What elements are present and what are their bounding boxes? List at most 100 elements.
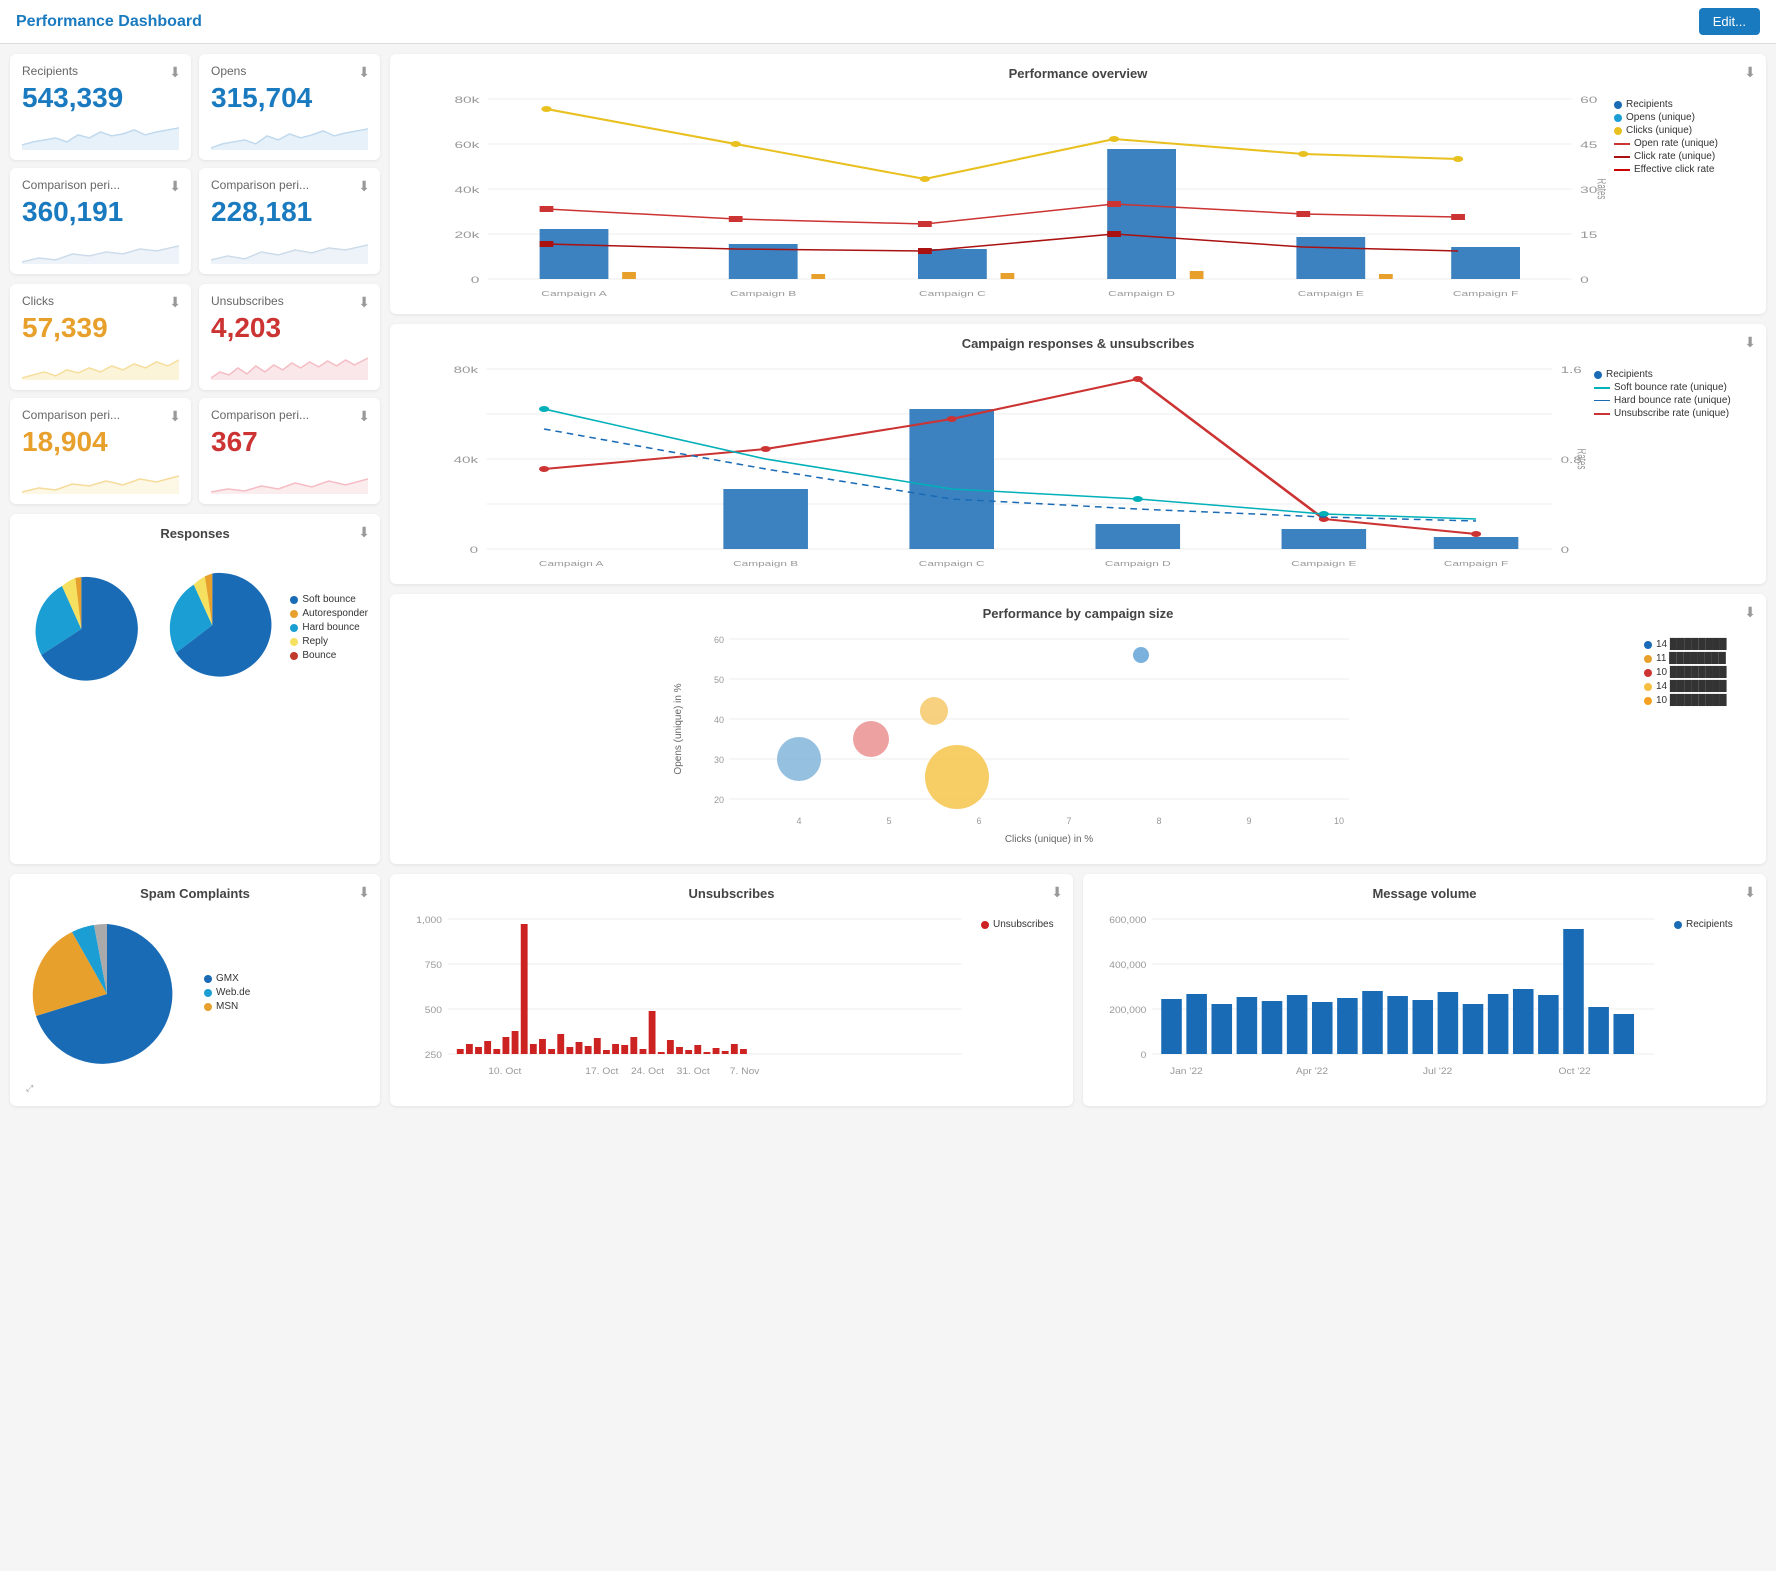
svg-text:Oct '22: Oct '22	[1559, 1067, 1591, 1077]
scatter-chart-area: 60 50 40 30 20 4 5 6 7 8 9 10	[402, 629, 1636, 852]
bottom-metrics: Clicks 57,339 ⬇ Unsubscribes 4,203 ⬇	[10, 284, 380, 504]
svg-text:20: 20	[714, 795, 724, 805]
legend-item-reply: Reply	[290, 636, 368, 647]
clicks-comp-sparkline	[22, 464, 179, 494]
legend-hardbounce-line	[1594, 400, 1610, 401]
legend-size-14-yellow-label: 14 ████████	[1656, 681, 1727, 692]
legend-recipients-dot	[1614, 101, 1622, 109]
legend-size-14-blue: 14 ████████	[1644, 639, 1754, 650]
page-title: Performance Dashboard	[16, 13, 202, 31]
svg-text:Campaign F: Campaign F	[1444, 560, 1509, 568]
unsub-comp-title: Comparison peri...	[211, 408, 368, 422]
svg-text:1.6: 1.6	[1561, 365, 1582, 375]
unsubscribes-download-icon[interactable]: ⬇	[358, 294, 370, 311]
camp-resp-download-icon[interactable]: ⬇	[1744, 334, 1756, 351]
svg-text:200,000: 200,000	[1109, 1006, 1146, 1016]
top-metrics: Recipients 543,339 ⬇ Opens 315,704 ⬇	[10, 54, 380, 274]
svg-text:60k: 60k	[454, 140, 480, 150]
legend-recipients-label: Recipients	[1626, 99, 1673, 110]
svg-text:7: 7	[1066, 816, 1071, 826]
svg-text:45: 45	[1580, 140, 1597, 150]
legend-softbounce-line	[1594, 387, 1610, 389]
spam-download-icon[interactable]: ⬇	[358, 884, 370, 901]
unsubscribes-chart-content: 1,000 750 500 250	[402, 909, 1061, 1092]
recipients-comp-download-icon[interactable]: ⬇	[169, 178, 181, 195]
unsubscribes-sparkline	[211, 350, 368, 380]
performance-overview-chart-area: 80k 60k 40k 20k 0 60 45 30 15 0	[402, 89, 1606, 302]
clicks-download-icon[interactable]: ⬇	[169, 294, 181, 311]
performance-size-legend: 14 ████████ 11 ████████ 10 ████████ 14 █…	[1644, 629, 1754, 852]
recipients-value: 543,339	[22, 82, 179, 114]
scatter-chart-svg: 60 50 40 30 20 4 5 6 7 8 9 10	[402, 629, 1636, 849]
recipients-title: Recipients	[22, 64, 179, 78]
softbounce-dot	[290, 596, 298, 604]
svg-text:Campaign A: Campaign A	[539, 560, 604, 568]
performance-size-content: 60 50 40 30 20 4 5 6 7 8 9 10	[402, 629, 1754, 852]
svg-text:Campaign B: Campaign B	[733, 560, 798, 568]
unsubscribes-chart-card: Unsubscribes ⬇ 1,000 750 500 250	[390, 874, 1073, 1106]
legend-clicks-unique: Clicks (unique)	[1614, 125, 1754, 136]
legend-item-softbounce: Soft bounce	[290, 594, 368, 605]
clicks-comp-title: Comparison peri...	[22, 408, 179, 422]
campaign-responses-chart-area: 80k 40k 0 1.6 0.8 0	[402, 359, 1586, 572]
message-volume-title: Message volume	[1095, 886, 1754, 901]
bounce-label: Bounce	[302, 650, 336, 661]
svg-text:Rates: Rates	[1574, 449, 1586, 470]
msg-vol-download-icon[interactable]: ⬇	[1744, 884, 1756, 901]
responses-legend: Soft bounce Autoresponder Hard bounce Re…	[290, 594, 368, 664]
legend-msg-vol-dot	[1674, 921, 1682, 929]
performance-overview-svg: 80k 60k 40k 20k 0 60 45 30 15 0	[402, 89, 1606, 299]
responses-pie-container: Soft bounce Autoresponder Hard bounce Re…	[22, 549, 368, 709]
autoresponder-label: Autoresponder	[302, 608, 368, 619]
unsubscribes-value: 4,203	[211, 312, 368, 344]
recipients-comp-sparkline	[22, 234, 179, 264]
message-volume-svg: 600,000 400,000 200,000 0	[1095, 909, 1666, 1089]
campaign-responses-card: Campaign responses & unsubscribes ⬇ 80k …	[390, 324, 1766, 584]
legend-clicks-dot	[1614, 127, 1622, 135]
perf-overview-download-icon[interactable]: ⬇	[1744, 64, 1756, 81]
clicks-comp-download-icon[interactable]: ⬇	[169, 408, 181, 425]
legend-openrate-line	[1614, 143, 1630, 145]
recipients-download-icon[interactable]: ⬇	[169, 64, 181, 81]
gmx-dot	[204, 975, 212, 983]
legend-item-autoresponder: Autoresponder	[290, 608, 368, 619]
legend-clickrate-label: Click rate (unique)	[1634, 151, 1715, 162]
opens-comp-download-icon[interactable]: ⬇	[358, 178, 370, 195]
legend-softbounce-rate-label: Soft bounce rate (unique)	[1614, 382, 1727, 393]
unsubscribes-svg-area: 1,000 750 500 250	[402, 909, 973, 1092]
legend-cr-recipients: Recipients	[1594, 369, 1754, 380]
svg-text:Campaign A: Campaign A	[541, 290, 607, 298]
clicks-sparkline	[22, 350, 179, 380]
opens-card: Opens 315,704 ⬇	[199, 54, 380, 160]
hardbounce-dot	[290, 624, 298, 632]
legend-item-bounce: Bounce	[290, 650, 368, 661]
unsub-chart-download-icon[interactable]: ⬇	[1051, 884, 1063, 901]
recipients-sparkline	[22, 120, 179, 150]
unsub-comp-download-icon[interactable]: ⬇	[358, 408, 370, 425]
unsub-comp-sparkline	[211, 464, 368, 494]
legend-unsub-rate-label: Unsubscribe rate (unique)	[1614, 408, 1729, 419]
spam-footnote: ⤢	[22, 1083, 368, 1094]
hardbounce-label: Hard bounce	[302, 622, 359, 633]
legend-unsubs: Unsubscribes	[981, 919, 1061, 930]
opens-sparkline	[211, 120, 368, 150]
right-column: Performance overview ⬇ 80k 60k 40k	[390, 54, 1766, 864]
legend-msg-vol: Recipients	[1674, 919, 1754, 930]
svg-text:400,000: 400,000	[1109, 961, 1146, 971]
svg-text:Campaign D: Campaign D	[1105, 560, 1171, 568]
edit-button[interactable]: Edit...	[1699, 8, 1760, 35]
legend-openrate-label: Open rate (unique)	[1634, 138, 1718, 149]
legend-eff-click-rate: Effective click rate	[1614, 164, 1754, 175]
spam-complaints-title: Spam Complaints	[22, 886, 368, 901]
legend-size-14-blue-dot	[1644, 641, 1652, 649]
softbounce-label: Soft bounce	[302, 594, 355, 605]
svg-text:40k: 40k	[454, 455, 479, 465]
legend-size-10-orange-label: 10 ████████	[1656, 695, 1727, 706]
opens-download-icon[interactable]: ⬇	[358, 64, 370, 81]
svg-text:250: 250	[425, 1051, 442, 1061]
bottom-row: Spam Complaints ⬇ GMX Web.de	[0, 874, 1776, 1116]
perf-size-download-icon[interactable]: ⬇	[1744, 604, 1756, 621]
responses-download-icon[interactable]: ⬇	[358, 524, 370, 541]
svg-text:Clicks (unique) in %: Clicks (unique) in %	[1005, 834, 1093, 845]
legend-size-11-dot	[1644, 655, 1652, 663]
